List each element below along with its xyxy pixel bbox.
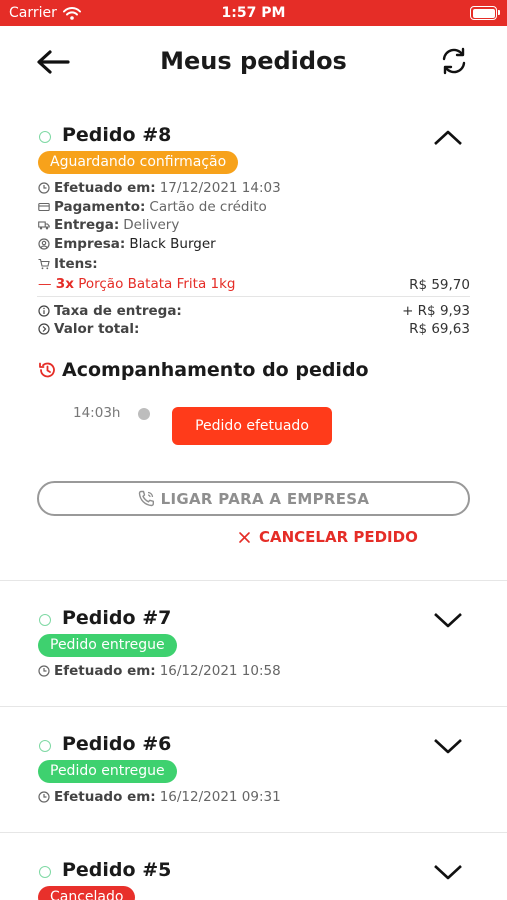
total-value: R$ 69,63	[409, 321, 470, 337]
order-items-header: Itens:	[38, 256, 102, 272]
info-icon	[38, 305, 50, 317]
date-label: Efetuado em:	[54, 789, 156, 805]
date-label: Efetuado em:	[54, 180, 156, 196]
divider	[37, 296, 470, 297]
order-title: Pedido #5	[62, 859, 172, 881]
chevron-down-icon[interactable]	[433, 736, 463, 758]
timeline-dot	[138, 408, 150, 420]
divider	[0, 706, 507, 707]
call-button-label: LIGAR PARA A EMPRESA	[160, 489, 370, 508]
divider	[0, 580, 507, 581]
delivery-label: Entrega:	[54, 217, 120, 233]
phone-icon	[138, 490, 154, 507]
page-title: Meus pedidos	[160, 47, 347, 75]
refresh-icon[interactable]	[439, 46, 469, 76]
item-qty: 3x	[55, 276, 74, 292]
total-value-row: Valor total:	[38, 321, 143, 337]
payment-value: Cartão de crédito	[149, 199, 267, 215]
clock: 1:57 PM	[221, 5, 286, 21]
timeline-step: Pedido efetuado	[172, 407, 332, 445]
item-price: R$ 59,70	[409, 277, 470, 293]
order-title: Pedido #7	[62, 607, 172, 629]
status-badge: Pedido entregue	[38, 760, 177, 783]
order-date: Efetuado em: 16/12/2021 10:58	[38, 663, 281, 679]
item-dash: —	[38, 276, 52, 292]
status-ring-icon	[39, 740, 51, 752]
app-header: Meus pedidos	[0, 26, 507, 100]
cart-icon	[38, 258, 50, 270]
battery-icon	[470, 6, 500, 20]
date-label: Efetuado em:	[54, 663, 156, 679]
tracking-title: Acompanhamento do pedido	[62, 359, 369, 381]
item-name: Porção Batata Frita 1kg	[78, 276, 236, 292]
status-ring-icon	[39, 131, 51, 143]
order-date: Efetuado em: 17/12/2021 14:03	[38, 180, 281, 196]
clock-icon	[38, 791, 50, 803]
items-label: Itens:	[54, 256, 98, 272]
status-badge: Cancelado	[38, 886, 136, 900]
chevron-down-icon[interactable]	[433, 610, 463, 632]
delivery-value: Delivery	[123, 217, 180, 233]
call-company-button[interactable]: LIGAR PARA A EMPRESA	[37, 481, 470, 516]
chevron-up-icon[interactable]	[433, 127, 463, 149]
card-icon	[38, 202, 50, 212]
history-icon	[39, 362, 55, 378]
order-title: Pedido #8	[62, 124, 172, 146]
chevron-down-icon[interactable]	[433, 862, 463, 884]
close-icon	[239, 531, 250, 543]
user-circle-icon	[38, 238, 50, 250]
fee-label: Taxa de entrega:	[54, 303, 182, 319]
divider	[0, 832, 507, 833]
fee-value: + R$ 9,93	[402, 303, 470, 319]
order-date: Efetuado em: 16/12/2021 09:31	[38, 789, 281, 805]
clock-icon	[38, 182, 50, 194]
status-ring-icon	[39, 614, 51, 626]
status-bar: Carrier 1:57 PM	[0, 0, 507, 26]
order-title: Pedido #6	[62, 733, 172, 755]
order-delivery: Entrega: Delivery	[38, 217, 179, 233]
arrow-circle-icon	[38, 323, 50, 335]
date-value: 16/12/2021 09:31	[159, 789, 281, 805]
status-badge: Pedido entregue	[38, 634, 177, 657]
clock-icon	[38, 665, 50, 677]
cancel-button-label: CANCELAR PEDIDO	[259, 528, 418, 546]
cancel-order-button[interactable]: CANCELAR PEDIDO	[238, 528, 418, 546]
order-payment: Pagamento: Cartão de crédito	[38, 199, 267, 215]
date-value: 17/12/2021 14:03	[159, 180, 281, 196]
status-badge: Aguardando confirmação	[38, 151, 239, 174]
timeline-time: 14:03h	[73, 405, 121, 421]
payment-label: Pagamento:	[54, 199, 146, 215]
date-value: 16/12/2021 10:58	[159, 663, 281, 679]
company-label: Empresa:	[54, 236, 126, 252]
list-item: — 3x Porção Batata Frita 1kg	[38, 276, 236, 292]
delivery-fee: Taxa de entrega:	[38, 303, 186, 319]
company-value: Black Burger	[129, 236, 216, 252]
total-label: Valor total:	[54, 321, 140, 337]
order-company: Empresa: Black Burger	[38, 236, 216, 252]
status-ring-icon	[39, 866, 51, 878]
truck-icon	[38, 221, 50, 230]
